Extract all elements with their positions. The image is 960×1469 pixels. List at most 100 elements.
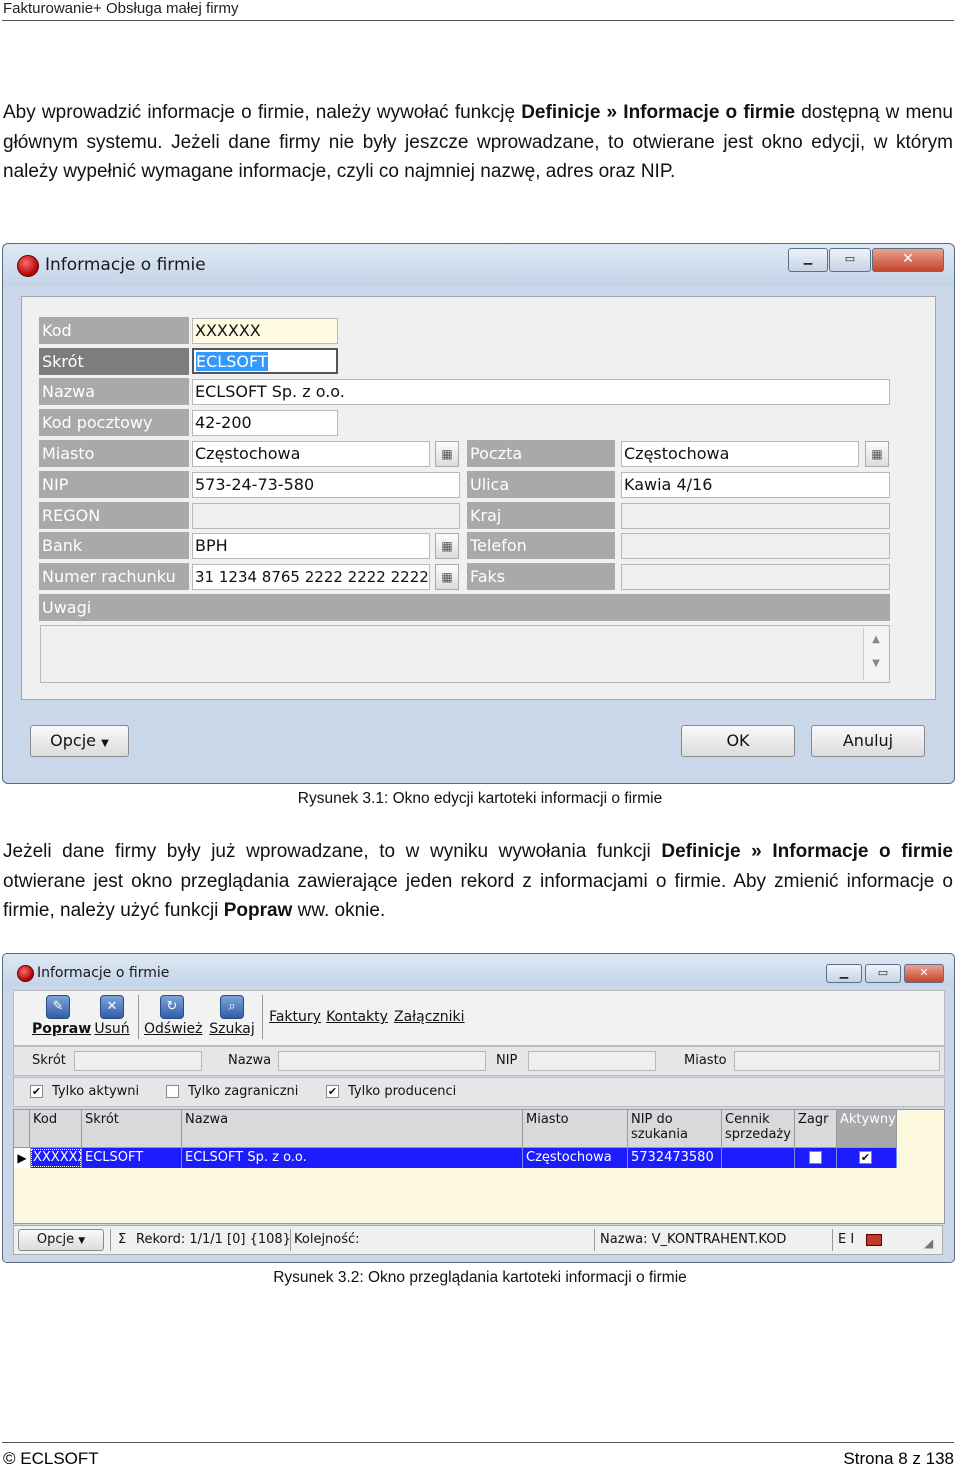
miasto-field[interactable]: Częstochowa [192,441,430,467]
filter-nazwa-input[interactable] [278,1051,486,1071]
kontakty-label: Kontakty [326,1009,388,1025]
intro-menu-path: Definicje » Informacje o firmie [521,102,796,123]
opcje-button[interactable]: Opcje ▼ [30,725,129,757]
cell-skrot[interactable]: ECLSOFT [82,1148,182,1168]
numer-rachunku-field[interactable]: 31 1234 8765 2222 2222 2222 [192,564,430,590]
footer-copyright: © ECLSOFT [3,1449,99,1468]
opcje-button-2[interactable]: Opcje ▼ [18,1229,104,1251]
options-bar: ✔ Tylko aktywni Tylko zagraniczni ✔ Tylk… [13,1077,945,1107]
label-poczta: Poczta [467,440,615,467]
label-skrot: Skrót [39,348,189,375]
popraw-button[interactable]: ✎ Popraw [32,995,91,1037]
rachunek-picker-icon[interactable]: ▦ [435,564,459,590]
cell-nip[interactable]: 5732473580 [628,1148,722,1168]
cell-kod[interactable]: XXXXXX [30,1148,82,1168]
col-aktywny[interactable]: Aktywny [837,1110,897,1148]
filter-miasto-input[interactable] [734,1051,940,1071]
tylko-producenci-label: Tylko producenci [348,1084,457,1099]
skrot-field[interactable]: ECLSOFT [192,348,338,374]
search-icon: ⌕ [220,995,244,1019]
filter-bar: Skrót Nazwa NIP Miasto [13,1046,945,1076]
row-header-col [14,1110,30,1148]
anuluj-button[interactable]: Anuluj [811,725,925,757]
odswiez-button[interactable]: ↻ Odśwież [144,995,203,1037]
bank-picker-icon[interactable]: ▦ [435,533,459,559]
kraj-field[interactable] [621,503,890,529]
filter-miasto-label: Miasto [684,1053,727,1068]
ok-button[interactable]: OK [681,725,795,757]
tylko-zagraniczni-checkbox[interactable] [166,1085,179,1098]
tylko-zagraniczni-label: Tylko zagraniczni [188,1084,299,1099]
nazwa-field[interactable]: ECLSOFT Sp. z o.o. [192,379,890,405]
chevron-down-icon: ▼ [101,738,109,749]
tylko-aktywni-checkbox[interactable]: ✔ [30,1085,43,1098]
table-row[interactable]: ▶ XXXXXX ECLSOFT ECLSOFT Sp. z o.o. Częs… [14,1148,897,1168]
uwagi-textarea[interactable] [40,625,890,683]
zalaczniki-label: Załączniki [394,1009,465,1025]
col-kod[interactable]: Kod [30,1110,82,1148]
zalaczniki-button[interactable]: Załączniki [394,1009,465,1025]
ei-indicator: E I [838,1232,855,1247]
toolbar-separator [138,995,139,1039]
cell-aktywny[interactable]: ✔ [837,1148,897,1168]
minimize-icon-2[interactable]: ▁ [826,964,862,983]
resize-grip-icon[interactable]: ◢ [924,1236,938,1250]
regon-field[interactable] [192,503,460,529]
page-header: Fakturowanie+ Obsługa małej firmy [3,0,239,17]
bank-field[interactable]: BPH [192,533,430,559]
cell-miasto[interactable]: Częstochowa [523,1148,628,1168]
faks-field[interactable] [621,564,890,590]
nip-field[interactable]: 573-24-73-580 [192,472,460,498]
col-skrot[interactable]: Skrót [82,1110,182,1148]
aktywny-checkbox[interactable]: ✔ [859,1151,872,1164]
status-separator [290,1229,291,1251]
figure-caption-2: Rysunek 3.2: Okno przeglądania kartoteki… [273,1269,687,1286]
odswiez-label: Odśwież [144,1021,203,1037]
cell-nazwa[interactable]: ECLSOFT Sp. z o.o. [182,1148,523,1168]
poczta-picker-icon[interactable]: ▦ [865,441,889,467]
kontakty-button[interactable]: Kontakty [326,1009,388,1025]
col-miasto[interactable]: Miasto [523,1110,628,1148]
title-bar: Informacje o firmie ▁ ▭ ✕ [3,244,954,286]
faktury-button[interactable]: Faktury [268,1009,322,1025]
maximize-icon-2[interactable]: ▭ [865,964,901,983]
view-name: Nazwa: V_KONTRAHENT.KOD [600,1232,787,1247]
minimize-icon[interactable]: ▁ [788,248,828,272]
app-icon [17,255,39,277]
filter-nip-label: NIP [496,1053,518,1068]
sum-icon[interactable]: Σ [118,1232,126,1247]
cell-zagr[interactable] [795,1148,837,1168]
col-nip-do-szukania[interactable]: NIP do szukania [628,1110,722,1148]
ulica-field[interactable]: Kawia 4/16 [621,472,890,498]
kod-field[interactable]: XXXXXX [192,318,338,344]
browse-paragraph: Jeżeli dane firmy były już wprowadzane, … [3,837,953,926]
intro-text-1: Aby wprowadzić informacje o firmie, nale… [3,102,522,123]
maximize-icon[interactable]: ▭ [829,248,871,272]
filter-skrot-input[interactable] [74,1051,202,1071]
zagr-checkbox[interactable] [809,1151,822,1164]
popraw-label: Popraw [32,1021,92,1037]
col-nazwa[interactable]: Nazwa [182,1110,523,1148]
close-icon[interactable]: ✕ [872,248,944,272]
footer-divider [2,1442,954,1443]
usun-button[interactable]: ✕ Usuń [92,995,132,1037]
filter-nip-input[interactable] [528,1051,656,1071]
uwagi-scrollbar[interactable]: ▲ ▼ [863,628,888,680]
cell-cennik[interactable] [722,1148,795,1168]
kod-pocztowy-field[interactable]: 42-200 [192,410,338,436]
records-grid: Kod Skrót Nazwa Miasto NIP do szukania C… [13,1109,945,1224]
label-miasto: Miasto [39,440,189,467]
close-icon-2[interactable]: ✕ [904,964,944,983]
label-bank: Bank [39,532,189,559]
tylko-producenci-checkbox[interactable]: ✔ [326,1085,339,1098]
szukaj-button[interactable]: ⌕ Szukaj [208,995,256,1037]
poczta-field[interactable]: Częstochowa [621,441,859,467]
status-separator [832,1229,833,1251]
col-cennik-sprzedazy[interactable]: Cennik sprzedaży [722,1110,795,1148]
telefon-field[interactable] [621,533,890,559]
miasto-picker-icon[interactable]: ▦ [435,441,459,467]
flag-icon [866,1234,882,1246]
figure-caption-1: Rysunek 3.1: Okno edycji kartoteki infor… [297,790,663,807]
col-zagr[interactable]: Zagr [795,1110,837,1148]
record-counter: Rekord: 1/1/1 [0] {108} [136,1232,291,1247]
